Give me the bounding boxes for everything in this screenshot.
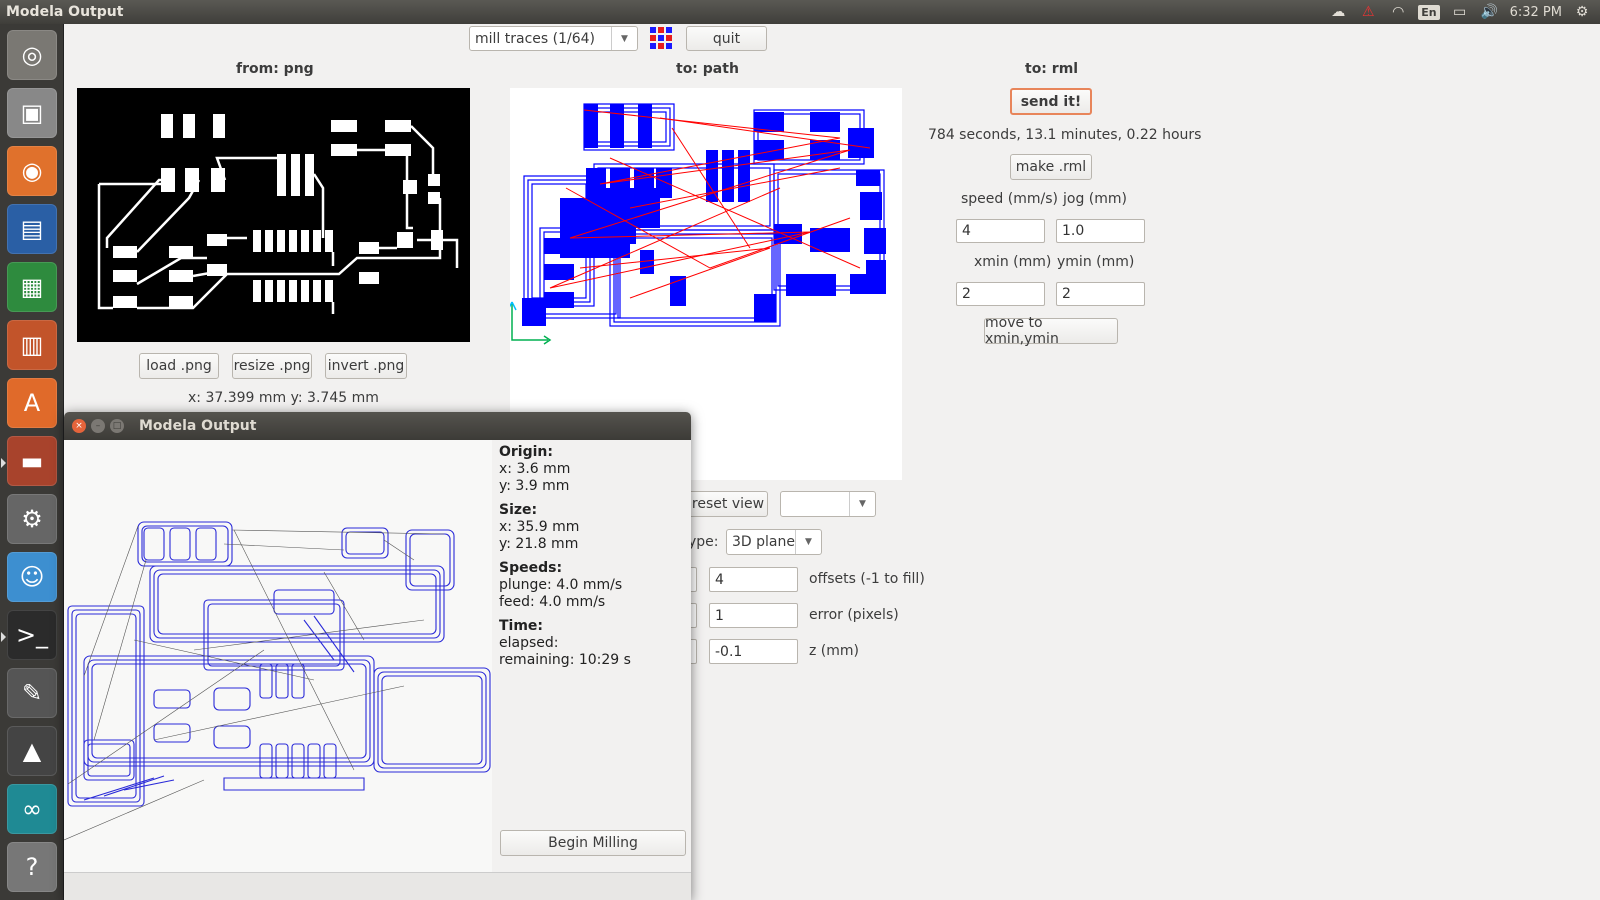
- grid-icon[interactable]: [649, 26, 674, 50]
- chevron-down-icon: ▼: [849, 492, 875, 516]
- top-panel: Modela Output ☁ ⚠ ◠ En ▭ 🔊 6:32 PM ⚙: [0, 0, 1600, 24]
- invert-png-button[interactable]: invert .png: [325, 353, 407, 379]
- type-select[interactable]: 3D plane ▼: [726, 529, 822, 555]
- remaining-time: remaining: 10:29 s: [499, 652, 631, 668]
- pidgin-icon[interactable]: ☺: [7, 552, 57, 602]
- xmin-input[interactable]: 2: [956, 282, 1045, 306]
- chevron-down-icon: ▼: [611, 27, 637, 50]
- make-rml-button[interactable]: make .rml: [1010, 154, 1092, 180]
- launcher: ◎ ▣ ◉ ▤ ▦ ▥ A ▬ ⚙ ☺ >_ ✎ ▲ ∞ ?: [0, 24, 64, 900]
- resize-png-button[interactable]: resize .png: [232, 353, 312, 379]
- cloud-sync-icon[interactable]: ☁: [1328, 3, 1348, 21]
- cursor-coordinates: x: 37.399 mm y: 3.745 mm: [188, 390, 379, 406]
- begin-milling-button[interactable]: Begin Milling: [500, 830, 686, 856]
- volume-icon[interactable]: 🔊: [1480, 3, 1500, 21]
- close-icon[interactable]: ×: [72, 419, 86, 433]
- png-preview: [77, 88, 470, 342]
- move-to-xmin-ymin-button[interactable]: move to xmin,ymin: [984, 315, 1118, 347]
- ymin-label: ymin (mm): [1057, 254, 1135, 270]
- window-title: Modela Output: [6, 4, 124, 20]
- battery-icon[interactable]: ▭: [1450, 3, 1470, 21]
- view-select[interactable]: ▼: [780, 491, 876, 517]
- mode-select-value: mill traces (1/64): [475, 30, 595, 47]
- z-input[interactable]: -0.1: [709, 639, 798, 664]
- speeds-heading: Speeds:: [499, 560, 563, 576]
- system-tray: ☁ ⚠ ◠ En ▭ 🔊 6:32 PM ⚙: [1328, 3, 1600, 21]
- ymin-input[interactable]: 2: [1056, 282, 1145, 306]
- to-path-heading: to: path: [676, 61, 739, 77]
- dialog-title: Modela Output: [139, 418, 257, 434]
- warning-icon[interactable]: ⚠: [1358, 3, 1378, 21]
- arduino-icon[interactable]: ∞: [7, 784, 57, 834]
- jog-input[interactable]: 1.0: [1056, 219, 1145, 243]
- jog-label: jog (mm): [1063, 191, 1127, 207]
- speed-label: speed (mm/s): [961, 191, 1058, 207]
- chevron-down-icon: ▼: [795, 530, 821, 554]
- wifi-icon[interactable]: ◠: [1388, 3, 1408, 21]
- send-it-button[interactable]: send it!: [1010, 88, 1092, 115]
- impress-icon[interactable]: ▥: [7, 320, 57, 370]
- settings-gear-icon[interactable]: ⚙: [1572, 3, 1592, 21]
- offsets-label: offsets (-1 to fill): [809, 571, 925, 587]
- terminal-icon[interactable]: >_: [1, 610, 57, 660]
- firefox-icon[interactable]: ◉: [7, 146, 57, 196]
- error-label: error (pixels): [809, 607, 899, 623]
- dash-home-icon[interactable]: ◎: [7, 30, 57, 80]
- writer-icon[interactable]: ▤: [7, 204, 57, 254]
- dialog-titlebar[interactable]: × – □ Modela Output: [64, 412, 691, 440]
- error-input[interactable]: 1: [709, 603, 798, 628]
- origin-heading: Origin:: [499, 444, 553, 460]
- load-png-button[interactable]: load .png: [139, 353, 219, 379]
- feed-speed: feed: 4.0 mm/s: [499, 594, 606, 610]
- camera-app-icon[interactable]: ▣: [7, 88, 57, 138]
- time-estimate: 784 seconds, 13.1 minutes, 0.22 hours: [928, 127, 1202, 143]
- plunge-speed: plunge: 4.0 mm/s: [499, 577, 623, 593]
- files-icon[interactable]: ▬: [1, 436, 57, 486]
- type-label: ype:: [688, 534, 719, 550]
- milling-info: Origin: x: 3.6 mm y: 3.9 mm Size: x: 35.…: [499, 444, 631, 676]
- inkscape-icon[interactable]: ▲: [7, 726, 57, 776]
- minimize-icon[interactable]: –: [91, 419, 105, 433]
- modela-output-dialog: × – □ Modela Output Origin: x: 3.6 mm y:…: [64, 412, 691, 900]
- size-heading: Size:: [499, 502, 538, 518]
- offsets-input[interactable]: 4: [709, 567, 798, 592]
- to-rml-heading: to: rml: [1025, 61, 1079, 77]
- toolpath-canvas[interactable]: [64, 440, 492, 872]
- size-y: y: 21.8 mm: [499, 536, 579, 552]
- gimp-icon[interactable]: ✎: [7, 668, 57, 718]
- system-settings-icon[interactable]: ⚙: [7, 494, 57, 544]
- elapsed-time: elapsed:: [499, 635, 559, 651]
- reset-view-button[interactable]: reset view: [688, 491, 768, 517]
- origin-x: x: 3.6 mm: [499, 461, 571, 477]
- calc-icon[interactable]: ▦: [7, 262, 57, 312]
- from-png-heading: from: png: [236, 61, 314, 77]
- quit-button[interactable]: quit: [686, 26, 767, 51]
- size-x: x: 35.9 mm: [499, 519, 580, 535]
- maximize-icon[interactable]: □: [110, 419, 124, 433]
- time-heading: Time:: [499, 618, 544, 634]
- dialog-status-bar: [64, 872, 691, 900]
- xmin-label: xmin (mm): [974, 254, 1052, 270]
- keyboard-layout-indicator[interactable]: En: [1418, 4, 1440, 20]
- origin-y: y: 3.9 mm: [499, 478, 570, 494]
- clock[interactable]: 6:32 PM: [1510, 5, 1562, 20]
- help-icon[interactable]: ?: [7, 842, 57, 892]
- type-select-value: 3D plane: [732, 534, 795, 550]
- z-label: z (mm): [809, 643, 859, 659]
- software-center-icon[interactable]: A: [7, 378, 57, 428]
- mode-select[interactable]: mill traces (1/64) ▼: [469, 26, 638, 51]
- speed-input[interactable]: 4: [956, 219, 1045, 243]
